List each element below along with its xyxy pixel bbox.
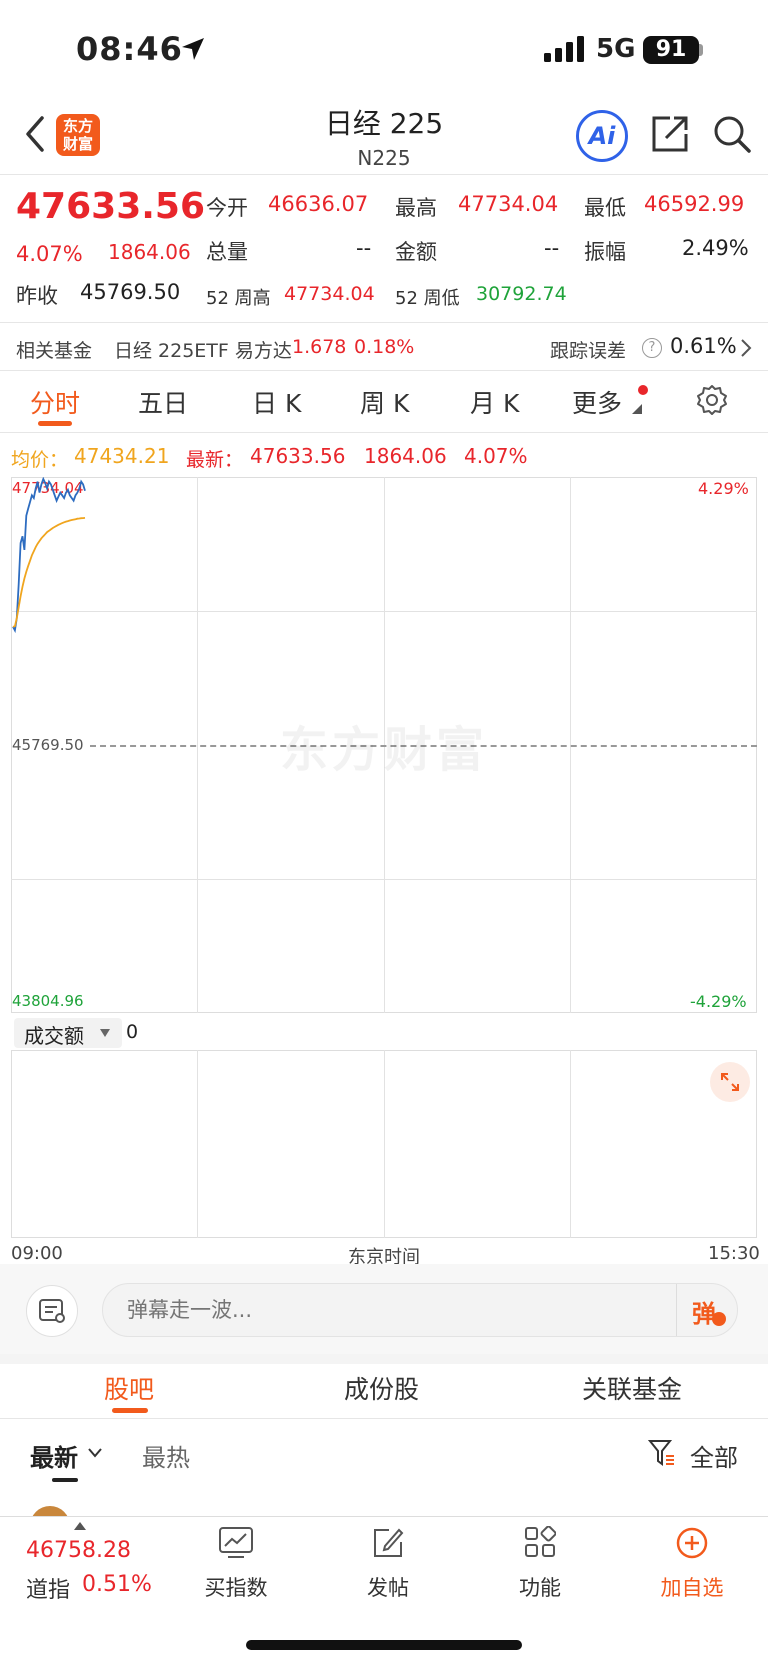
- network-type: 5G: [596, 34, 636, 64]
- low-value: 46592.99: [644, 192, 745, 216]
- header-divider: [0, 174, 768, 175]
- danmu-send-button[interactable]: 弹: [692, 1294, 716, 1329]
- amount-label: 金额: [395, 240, 437, 264]
- tracking-error-label: 跟踪误差: [550, 340, 627, 362]
- avg-price-series-line: [12, 517, 86, 628]
- related-fund-price: 1.678: [292, 336, 347, 358]
- tab-more[interactable]: 更多: [572, 384, 622, 420]
- post-icon[interactable]: [371, 1526, 405, 1560]
- tab-related-funds[interactable]: 关联基金: [582, 1370, 682, 1406]
- dow-value[interactable]: 46758.28: [26, 1538, 131, 1563]
- expand-icon: [721, 1073, 739, 1091]
- buy-index-label[interactable]: 买指数: [196, 1572, 276, 1602]
- input-divider: [676, 1284, 677, 1336]
- w52-low-value: 30792.74: [476, 283, 567, 305]
- status-time: 08:46: [76, 30, 183, 68]
- function-label[interactable]: 功能: [500, 1572, 580, 1602]
- chevron-right-icon[interactable]: [740, 338, 752, 358]
- high-value: 47734.04: [458, 192, 559, 216]
- tab-guba[interactable]: 股吧: [104, 1370, 154, 1406]
- triangle-icon: [632, 404, 642, 414]
- tab-active-indicator: [38, 421, 72, 426]
- fund-divider-bottom: [0, 370, 768, 371]
- low-label: 最低: [584, 196, 626, 220]
- amplitude-label: 振幅: [584, 240, 626, 264]
- high-label: 最高: [395, 196, 437, 220]
- section-divider: [0, 1418, 768, 1419]
- current-price: 47633.56: [16, 186, 206, 227]
- w52-high-value: 47734.04: [284, 283, 375, 305]
- latest-label: 最新：: [186, 449, 244, 471]
- tabs-divider: [0, 432, 768, 433]
- grid-vline: [384, 1050, 385, 1238]
- w52-high-label: 52 周高: [206, 288, 271, 309]
- filter-indicator: [52, 1478, 78, 1482]
- price-series-line: [12, 477, 86, 634]
- open-label: 今开: [206, 196, 248, 220]
- prev-close-label: 昨收: [16, 284, 58, 308]
- buy-index-icon[interactable]: [218, 1526, 254, 1560]
- amount-value: --: [544, 236, 560, 260]
- latest-change: 1864.06: [364, 444, 447, 468]
- related-fund-pct: 0.18%: [354, 336, 415, 358]
- search-icon[interactable]: [712, 114, 752, 154]
- help-icon[interactable]: ?: [642, 338, 662, 358]
- add-watchlist-label[interactable]: 加自选: [652, 1572, 732, 1602]
- change-percent: 4.07%: [16, 242, 83, 266]
- volume-value: --: [356, 236, 372, 260]
- filter-icon[interactable]: [648, 1438, 676, 1468]
- home-indicator: [246, 1640, 522, 1650]
- tracking-error-value: 0.61%: [670, 334, 737, 358]
- avg-price-label: 均价：: [11, 449, 69, 471]
- tab-daily-k[interactable]: 日 K: [252, 384, 301, 420]
- tab-constituents[interactable]: 成份股: [344, 1370, 419, 1406]
- danmu-check-icon: [712, 1312, 726, 1326]
- danmu-input[interactable]: [102, 1283, 738, 1337]
- filter-all[interactable]: 全部: [690, 1438, 738, 1473]
- share-icon[interactable]: [650, 114, 690, 154]
- signal-icon: [544, 36, 584, 62]
- location-arrow-icon: [182, 38, 204, 60]
- chevron-down-icon: [88, 1448, 102, 1458]
- filter-latest[interactable]: 最新: [30, 1438, 78, 1473]
- battery-icon: 91: [643, 36, 699, 64]
- dropdown-icon: [100, 1029, 110, 1037]
- settings-gear-icon[interactable]: [696, 384, 728, 416]
- ai-button[interactable]: Ai: [576, 110, 628, 162]
- notification-dot: [638, 385, 648, 395]
- volume-label: 总量: [206, 240, 248, 264]
- latest-pct: 4.07%: [464, 444, 528, 468]
- expand-up-icon[interactable]: [74, 1522, 86, 1530]
- tab-intraday[interactable]: 分时: [30, 384, 80, 420]
- tab-weekly-k[interactable]: 周 K: [360, 384, 409, 420]
- volume-selector-label: 成交额: [24, 1024, 84, 1048]
- grid-vline: [570, 1050, 571, 1238]
- add-watchlist-icon[interactable]: [675, 1526, 709, 1560]
- function-grid-icon[interactable]: [524, 1526, 556, 1558]
- section-gap: [0, 1354, 768, 1364]
- battery-tip: [699, 44, 703, 56]
- amplitude-value: 2.49%: [682, 236, 749, 260]
- w52-low-label: 52 周低: [395, 288, 460, 309]
- volume-value: 0: [126, 1021, 139, 1043]
- latest-value: 47633.56: [250, 444, 346, 468]
- change-value: 1864.06: [108, 240, 191, 264]
- dow-label: 道指: [26, 1578, 71, 1603]
- post-label[interactable]: 发帖: [348, 1572, 428, 1602]
- dow-pct: 0.51%: [82, 1572, 152, 1597]
- related-fund-name[interactable]: 日经 225ETF 易方达: [114, 336, 292, 363]
- fund-divider-top: [0, 322, 768, 323]
- x-label-end: 15:30: [708, 1243, 760, 1264]
- tab-monthly-k[interactable]: 月 K: [470, 384, 519, 420]
- section-tab-indicator: [112, 1408, 148, 1413]
- filter-hot[interactable]: 最热: [142, 1438, 190, 1473]
- prev-close-value: 45769.50: [80, 280, 181, 304]
- tab-five-day[interactable]: 五日: [138, 384, 188, 420]
- grid-vline: [197, 1050, 198, 1238]
- related-fund-label: 相关基金: [16, 340, 93, 362]
- avg-price-value: 47434.21: [74, 444, 170, 468]
- price-line-chart: [12, 477, 86, 634]
- open-value: 46636.07: [268, 192, 369, 216]
- comment-list-icon: [39, 1299, 65, 1323]
